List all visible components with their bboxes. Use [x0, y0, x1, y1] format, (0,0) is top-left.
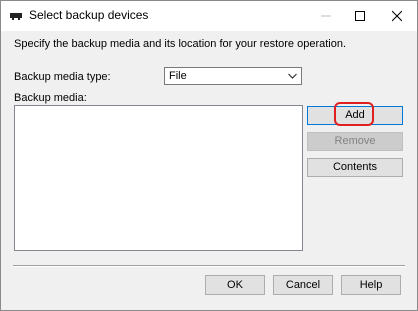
- window-title: Select backup devices: [29, 8, 149, 22]
- backup-device-icon: [10, 13, 22, 20]
- close-icon: [392, 10, 402, 22]
- media-type-select[interactable]: File: [164, 67, 302, 85]
- backup-media-list[interactable]: [14, 105, 303, 251]
- footer-separator: [13, 265, 405, 267]
- ok-button[interactable]: OK: [205, 275, 265, 295]
- dialog-window: Select backup devices Specify the backup…: [0, 0, 418, 311]
- close-button[interactable]: [379, 1, 415, 31]
- minimize-button[interactable]: [308, 1, 344, 31]
- cancel-button[interactable]: Cancel: [273, 275, 333, 295]
- media-type-value: File: [169, 70, 187, 82]
- media-list-label: Backup media:: [14, 92, 87, 104]
- maximize-button[interactable]: [342, 1, 378, 31]
- title-bar: Select backup devices: [1, 1, 417, 31]
- chevron-down-icon: [288, 73, 297, 79]
- maximize-icon: [355, 11, 365, 21]
- add-button[interactable]: Add: [307, 106, 403, 125]
- contents-button[interactable]: Contents: [307, 158, 403, 177]
- minimize-icon: [321, 15, 331, 17]
- remove-button[interactable]: Remove: [307, 132, 403, 151]
- media-type-label: Backup media type:: [14, 71, 111, 83]
- dialog-description: Specify the backup media and its locatio…: [14, 38, 347, 50]
- help-button[interactable]: Help: [341, 275, 401, 295]
